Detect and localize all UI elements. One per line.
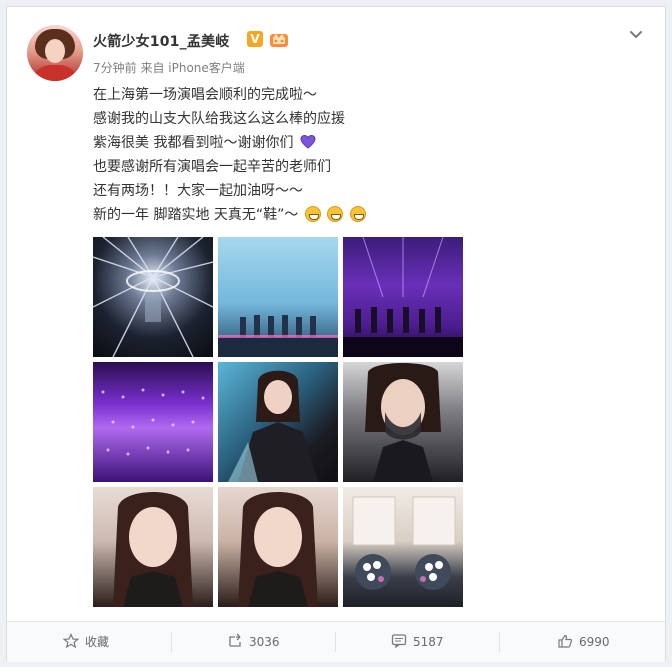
action-separator	[499, 632, 500, 652]
like-button[interactable]: 6990	[557, 622, 610, 662]
image-grid	[93, 237, 465, 609]
avatar[interactable]	[27, 25, 83, 81]
comment-button[interactable]: 5187	[391, 622, 444, 662]
favorite-button[interactable]: 收藏	[63, 622, 109, 662]
avatar-face	[45, 39, 65, 63]
grin-emoji-icon	[349, 206, 366, 222]
post-meta: 7分钟前 来自 iPhone客户端	[93, 61, 245, 75]
selfie-photo-2[interactable]	[218, 487, 338, 607]
post-line-1: 在上海第一场演唱会顺利的完成啦～	[93, 87, 317, 103]
star-icon	[63, 633, 79, 649]
stage-performers-purple-photo[interactable]	[343, 237, 463, 357]
repost-button[interactable]: 3036	[227, 622, 280, 662]
purple-heart-icon	[300, 134, 316, 149]
grin-emoji-icon	[327, 206, 344, 222]
member-badge-icon[interactable]	[269, 30, 289, 48]
page: 火箭少女101_孟美岐 V 7分钟前 来自 iPhone客户端 在上海第一场演唱…	[0, 0, 672, 667]
username-link[interactable]: 火箭少女101_孟美岐	[93, 31, 229, 51]
action-separator	[171, 632, 172, 652]
action-bar: 收藏 3036 5187 6990	[7, 621, 665, 662]
stage-lights-photo[interactable]	[93, 237, 213, 357]
stage-performers-blue-photo[interactable]	[218, 237, 338, 357]
flower-bouquets-photo[interactable]	[343, 487, 463, 607]
action-separator	[335, 632, 336, 652]
avatar-shirt	[31, 65, 79, 81]
post-line-2: 感谢我的山支大队给我这么这么棒的应援	[93, 111, 345, 127]
post-line-4: 也要感谢所有演唱会一起辛苦的老师们	[93, 159, 331, 175]
chevron-down-icon[interactable]	[627, 25, 645, 43]
post-line-5: 还有两场！！大家一起加油呀～～	[93, 183, 303, 199]
selfie-photo-1[interactable]	[93, 487, 213, 607]
weibo-post-card: 火箭少女101_孟美岐 V 7分钟前 来自 iPhone客户端 在上海第一场演唱…	[6, 6, 666, 662]
post-line-3: 紫海很美 我都看到啦～谢谢你们	[93, 131, 633, 155]
grin-emoji-icon	[304, 206, 321, 222]
purple-lightstick-crowd-photo[interactable]	[93, 362, 213, 482]
comment-icon	[391, 634, 407, 649]
portrait-mask-photo[interactable]	[343, 362, 463, 482]
verified-icon[interactable]: V	[247, 31, 263, 47]
post-line-6: 新的一年 脚踏实地 天真无“鞋”～	[93, 203, 633, 227]
portrait-coat-photo[interactable]	[218, 362, 338, 482]
thumbs-up-icon	[558, 634, 573, 648]
post-text: 在上海第一场演唱会顺利的完成啦～ 感谢我的山支大队给我这么这么棒的应援 紫海很美…	[93, 83, 633, 227]
share-icon	[229, 633, 241, 647]
